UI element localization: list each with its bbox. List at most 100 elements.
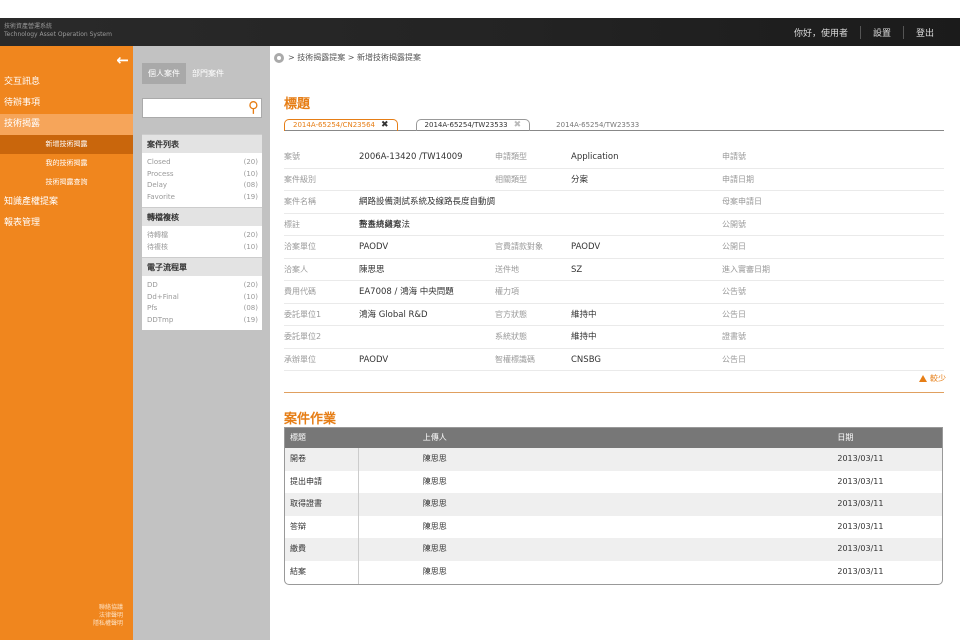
footer-link-contact[interactable]: 聯絡協議 [93,604,123,612]
top-bar: 技術資產營運系統 Technology Asset Operation Syst… [0,18,960,46]
close-icon[interactable]: ✖ [514,120,522,131]
table-row[interactable]: 答辯 陳思思 2013/03/11 [285,515,942,539]
collapse-arrow-icon[interactable]: ← [116,51,129,69]
field-label: 申請類型 [495,152,527,161]
field-label: 公開日 [722,242,746,251]
field-label: 公告號 [722,287,746,296]
list-item[interactable]: DD (20) [147,280,262,292]
cell-date: 2013/03/11 [837,476,884,486]
list-item[interactable]: Favorite (19) [147,192,262,204]
field-row: 承辦單位 PAODV 智權標識碼 CNSBG 公告日 [284,349,944,371]
field-value [359,326,495,348]
app-title-cn: 技術資產營運系統 [4,23,53,30]
list-item-count: (20) [243,281,258,289]
field-label: 公告日 [722,309,746,319]
sidebar-footer: 聯絡協議 法律聲明 隱私權聲明 [93,604,123,628]
cell-date: 2013/03/11 [837,521,884,531]
document-tabs: 2014A-65254/CN23564 ✖ 2014A-65254/TW2353… [284,119,944,131]
cell-title: 提出申請 [285,470,359,494]
doc-tab[interactable]: 2014A-65254/TW23533 [548,119,647,131]
field-row: 洽案人 陳思思 送件地 SZ 進入實審日期 [284,259,944,281]
list-item-name: 待轉檔 [147,231,168,239]
sidebar-subitem-new-disclosure[interactable]: 新增技術揭露 [0,135,133,154]
list-item-name: Pfs [147,304,158,312]
group-body-transfer-review: 待轉檔 (20) 待複核 (10) [142,226,262,257]
column-header-date[interactable]: 日期 [837,428,942,448]
sidebar-item-disclosure[interactable]: 技術揭露 [0,114,133,135]
sidebar-item-reports[interactable]: 報表管理 [0,213,133,234]
sidebar-item-messages[interactable]: 交互訊息 [0,72,133,93]
cell-uploader: 陳思思 [422,454,447,463]
table-row[interactable]: 開卷 陳思思 2013/03/11 [285,448,942,471]
list-item-count: (08) [243,304,258,312]
list-item[interactable]: DDTmp (19) [147,315,262,327]
cell-uploader: 陳思思 [422,566,447,576]
list-item[interactable]: Dd+Final (10) [147,292,262,304]
field-label: 權力項 [495,287,519,296]
field-label [495,191,571,213]
cell-title: 答辯 [285,515,359,539]
breadcrumb-text[interactable]: > 技術揭露提案 > 新增技術揭露提案 [288,52,421,63]
footer-link-privacy[interactable]: 隱私權聲明 [93,620,123,628]
cell-date: 2013/03/11 [837,499,884,509]
field-value: 維持中 [571,309,597,320]
group-header-case-list[interactable]: 案件列表 [142,134,262,153]
sidebar-item-todo[interactable]: 待辦事項 [0,93,133,114]
case-search-input[interactable]: ⚲ [142,98,262,118]
list-item[interactable]: Process (10) [147,169,262,181]
section-title: 標題 [284,97,311,112]
cell-title: 繳費 [285,538,359,561]
group-header-e-flow[interactable]: 電子流程單 [142,257,262,276]
list-item[interactable]: 待轉檔 (20) [147,230,262,242]
search-icon[interactable]: ⚲ [248,98,259,116]
doc-tab[interactable]: 2014A-65254/TW23533 ✖ [415,119,531,131]
list-item[interactable]: Closed (20) [147,157,262,169]
table-row[interactable]: 取得證書 陳思思 2013/03/11 [285,493,942,516]
list-item[interactable]: Delay (08) [147,180,262,192]
list-item-name: DDTmp [147,315,174,324]
table-row[interactable]: 結案 陳思思 2013/03/11 [285,560,942,584]
sidebar-item-ip-proposal[interactable]: 知識產權提案 [0,192,133,213]
list-item-count: (20) [243,231,258,239]
close-icon[interactable]: ✖ [381,120,389,131]
field-label: 案號 [284,152,300,161]
field-label: 費用代碼 [284,287,316,296]
doc-tab-label: 2014A-65254/CN23564 [293,121,375,129]
field-label: 母案申請日 [722,197,762,206]
app-title-en: Technology Asset Operation System [4,31,112,38]
show-less-button[interactable]: 較少 [919,373,946,384]
field-value: CNSBG [571,354,601,365]
field-label: 官費請款對象 [495,242,543,251]
main-content: > 技術揭露提案 > 新增技術揭露提案 標題 2014A-65254/CN235… [270,46,960,640]
field-value [571,214,722,236]
tab-personal-cases[interactable]: 個人案件 [142,63,186,84]
field-label: 證書號 [722,332,746,341]
sidebar-subitem-my-disclosure[interactable]: 我的技術揭露 [0,154,133,173]
field-label: 官方狀態 [495,309,527,319]
list-item[interactable]: Pfs (08) [147,303,262,315]
settings-link[interactable]: 設置 [859,25,903,39]
logout-link[interactable]: 登出 [902,25,946,39]
work-section-title: 案件作業 [284,412,337,427]
list-item-count: (08) [243,181,258,189]
footer-link-legal[interactable]: 法律聲明 [93,612,123,620]
field-label: 公開號 [722,219,746,229]
list-item-name: Delay [147,181,168,189]
field-row: 案件級別 相關類型 分案 申請日期 [284,169,944,191]
field-value: 維持中 [571,332,597,342]
doc-tab-active[interactable]: 2014A-65254/CN23564 ✖ [284,119,398,131]
list-item[interactable]: 待複核 (10) [147,242,262,254]
group-header-transfer-review[interactable]: 轉檔複核 [142,207,262,226]
field-row: 案件名稱 網路設備測試系統及線路長度自動調整系統與方法 母案申請日 [284,191,944,230]
cell-title: 開卷 [285,448,359,471]
column-header-uploader[interactable]: 上傳人 [359,428,838,448]
tab-department-cases[interactable]: 部門案件 [186,63,230,84]
sidebar-subitem-disclosure-search[interactable]: 技術揭露查詢 [0,173,133,192]
table-header: 標題 上傳人 日期 [285,428,942,448]
list-item-count: (10) [243,292,258,301]
table-row[interactable]: 繳費 陳思思 2013/03/11 [285,538,942,561]
column-header-title[interactable]: 標題 [285,428,359,448]
sidebar-menu: 交互訊息 待辦事項 技術揭露 新增技術揭露 我的技術揭露 技術揭露查詢 知識產權… [0,72,133,234]
table-row[interactable]: 提出申請 陳思思 2013/03/11 [285,470,942,494]
show-less-label: 較少 [930,374,946,383]
